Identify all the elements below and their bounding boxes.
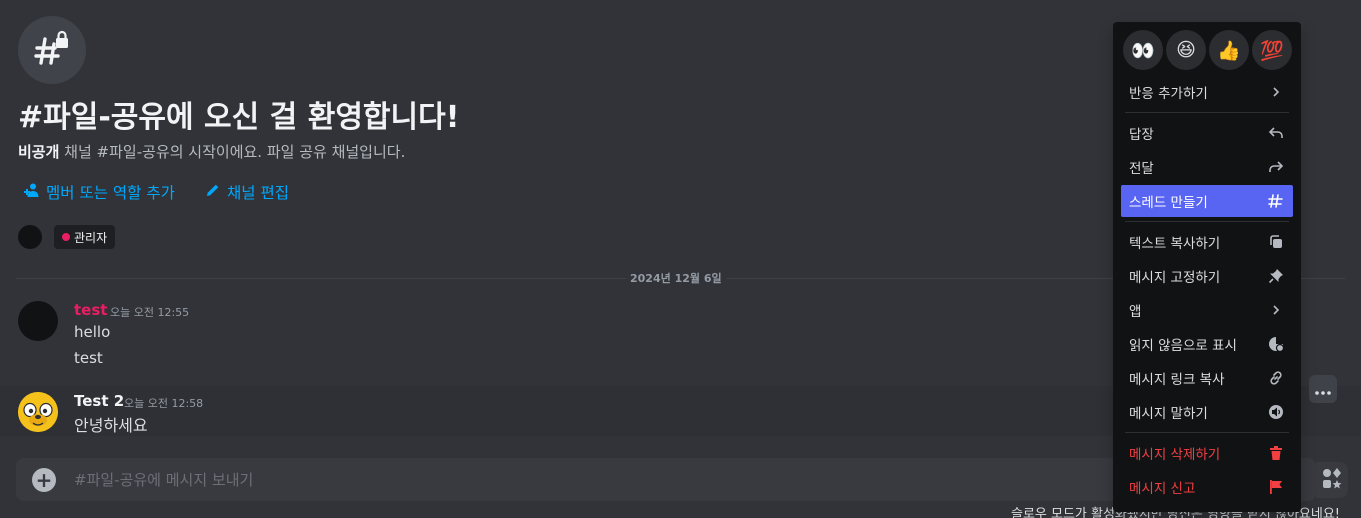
menu-speak-message[interactable]: 메시지 말하기 (1121, 396, 1293, 428)
menu-delete-message[interactable]: 메시지 삭제하기 (1121, 437, 1293, 469)
hundred-icon: 💯 (1260, 39, 1284, 62)
message-text: 안녕하세요 (74, 416, 148, 435)
message-author[interactable]: test (74, 301, 107, 319)
channel-lock-icon (18, 16, 86, 84)
add-members-button[interactable]: 멤버 또는 역할 추가 (24, 181, 175, 203)
apps-button[interactable] (1316, 462, 1348, 498)
menu-add-reaction[interactable]: 반응 추가하기 (1121, 76, 1293, 108)
message-timestamp: 오늘 오전 12:58 (124, 397, 204, 410)
menu-separator (1125, 432, 1289, 433)
add-member-icon (24, 182, 40, 202)
edit-channel-button[interactable]: 채널 편집 (205, 181, 289, 203)
menu-report-message[interactable]: 메시지 신고 (1121, 471, 1293, 503)
role-tag[interactable]: 관리자 (54, 225, 116, 249)
menu-mark-unread[interactable]: 읽지 않음으로 표시 (1121, 328, 1293, 360)
message-text: hello (74, 323, 111, 341)
avatar[interactable] (18, 301, 58, 341)
forward-icon (1267, 158, 1285, 176)
welcome-title: #파일-공유에 오신 걸 환영합니다! (18, 100, 460, 135)
chevron-right-icon (1267, 83, 1285, 101)
more-options-button[interactable] (1309, 375, 1337, 403)
menu-reply[interactable]: 답장 (1121, 117, 1293, 149)
reaction-eyes-button[interactable]: 👀 (1123, 30, 1163, 70)
private-label: 비공개 (18, 143, 60, 161)
edit-channel-label: 채널 편집 (227, 184, 289, 202)
avatar[interactable] (18, 225, 42, 249)
role-label: 관리자 (74, 230, 108, 245)
menu-pin-message[interactable]: 메시지 고정하기 (1121, 260, 1293, 292)
add-attachment-icon[interactable]: + (32, 468, 56, 492)
message-text: test (74, 349, 103, 367)
link-icon (1267, 369, 1285, 387)
menu-copy-link[interactable]: 메시지 링크 복사 (1121, 362, 1293, 394)
eyes-icon: 👀 (1131, 39, 1155, 62)
date-divider-label: 2024년 12월 6일 (626, 270, 726, 286)
pin-icon (1267, 267, 1285, 285)
thread-icon (1267, 192, 1285, 210)
copy-icon (1267, 233, 1285, 251)
dog-face-icon (18, 392, 58, 432)
message-timestamp: 오늘 오전 12:55 (110, 306, 190, 319)
ellipsis-icon (1315, 380, 1331, 399)
message-context-menu: 👀 😆 👍 💯 반응 추가하기 답장 전달 스레드 만들기 텍스트 복사하기 메… (1113, 22, 1301, 512)
menu-separator (1125, 112, 1289, 113)
quick-reactions: 👀 😆 👍 💯 (1123, 30, 1293, 70)
role-color-dot (62, 233, 70, 241)
welcome-subtitle: 비공개 채널 #파일-공유의 시작이에요. 파일 공유 채널입니다. (18, 141, 405, 162)
unread-icon (1267, 335, 1285, 353)
avatar[interactable] (18, 392, 58, 432)
laughing-face-icon: 😆 (1176, 39, 1196, 61)
chevron-right-icon (1267, 301, 1285, 319)
menu-create-thread[interactable]: 스레드 만들기 (1121, 185, 1293, 217)
trash-icon (1267, 444, 1285, 462)
reaction-thumbsup-button[interactable]: 👍 (1209, 30, 1249, 70)
thumbs-up-icon: 👍 (1217, 39, 1241, 62)
flag-icon (1267, 478, 1285, 496)
reaction-laughing-button[interactable]: 😆 (1166, 30, 1206, 70)
add-members-label: 멤버 또는 역할 추가 (46, 184, 175, 202)
reaction-100-button[interactable]: 💯 (1252, 30, 1292, 70)
speak-icon (1267, 403, 1285, 421)
message-input[interactable] (74, 458, 974, 501)
menu-apps[interactable]: 앱 (1121, 294, 1293, 326)
menu-separator (1125, 221, 1289, 222)
message-author[interactable]: Test 2 (74, 392, 124, 410)
pencil-icon (205, 182, 221, 202)
apps-icon (1321, 467, 1343, 493)
menu-copy-text[interactable]: 텍스트 복사하기 (1121, 226, 1293, 258)
menu-forward[interactable]: 전달 (1121, 151, 1293, 183)
welcome-description: 채널 #파일-공유의 시작이에요. 파일 공유 채널입니다. (59, 143, 406, 161)
reply-icon (1267, 124, 1285, 142)
